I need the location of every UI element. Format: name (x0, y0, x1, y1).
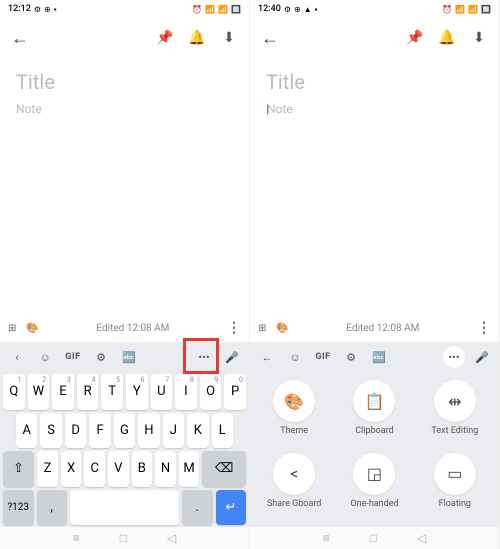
key-i[interactable]: I8 (175, 374, 197, 410)
tool-share-gboard[interactable]: <Share Gboard (256, 453, 332, 520)
key-d[interactable]: D (65, 413, 86, 449)
keyboard-toolbar: ← ☺ GIF ⚙ 🔤 ••• 🎤 (250, 342, 499, 372)
recents-icon[interactable]: ≡ (323, 531, 330, 545)
bell-icon[interactable]: 🔔 (435, 26, 459, 50)
floating-icon: ▭ (434, 453, 476, 495)
app-toolbar: ← 📌 🔔 ⬇ (250, 18, 499, 58)
back-button[interactable]: ← (8, 26, 32, 50)
title-input[interactable]: Title (16, 70, 233, 94)
key-y[interactable]: Y6 (126, 374, 148, 410)
key-c[interactable]: C (84, 451, 105, 487)
mic-icon[interactable]: 🎤 (221, 346, 243, 368)
note-bottom-bar: ⊞ 🎨 Edited 12:08 AM ⋮ (250, 314, 499, 342)
more-icon[interactable]: ⋮ (477, 320, 491, 336)
key-l[interactable]: L (212, 413, 233, 449)
tool-theme[interactable]: 🎨Theme (256, 380, 332, 447)
nav-bar: ≡ □ ◁ (0, 527, 249, 549)
tool-clipboard[interactable]: 📋Clipboard (336, 380, 412, 447)
gear-icon[interactable]: ⚙ (340, 346, 362, 368)
key-x[interactable]: X (61, 451, 82, 487)
key-p[interactable]: P0 (224, 374, 246, 410)
tool-one-handed[interactable]: ◲One-handed (336, 453, 412, 520)
key-m[interactable]: M (179, 451, 200, 487)
key-k[interactable]: K (187, 413, 208, 449)
keyboard: Q1W2E3R4T5Y6U7I8O9P0 ASDFGHJKL ⇧ ZXCVBNM… (0, 372, 249, 527)
back-toolbar-icon[interactable]: ← (256, 346, 278, 368)
key-j[interactable]: J (163, 413, 184, 449)
backspace-key[interactable]: ⌫ (202, 451, 246, 487)
note-input[interactable]: Note (266, 102, 483, 116)
note-content[interactable]: Title Note (0, 58, 249, 314)
key-h[interactable]: H (138, 413, 159, 449)
gear-icon[interactable]: ⚙ (90, 346, 112, 368)
key-n[interactable]: N (155, 451, 176, 487)
pin-icon[interactable]: 📌 (153, 26, 177, 50)
key-q[interactable]: Q1 (3, 374, 25, 410)
back-nav-icon[interactable]: ◁ (167, 531, 176, 545)
app-toolbar: ← 📌 🔔 ⬇ (0, 18, 249, 58)
key-t[interactable]: T5 (101, 374, 123, 410)
tool-text-editing[interactable]: ⇹Text Editing (417, 380, 493, 447)
clipboard-icon: 📋 (353, 380, 395, 422)
palette-icon[interactable]: 🎨 (276, 323, 288, 334)
keyboard-tools-grid: 🎨Theme📋Clipboard⇹Text Editing <Share Gboa… (250, 372, 499, 527)
sticker-icon[interactable]: ☺ (284, 346, 306, 368)
note-input[interactable]: Note (16, 102, 233, 116)
tool-floating[interactable]: ▭Floating (417, 453, 493, 520)
back-button[interactable]: ← (258, 26, 282, 50)
key-g[interactable]: G (114, 413, 135, 449)
key-u[interactable]: U7 (151, 374, 173, 410)
key-b[interactable]: B (132, 451, 153, 487)
chevron-left-icon[interactable]: ‹ (6, 346, 28, 368)
archive-icon[interactable]: ⬇ (217, 26, 241, 50)
key-o[interactable]: O9 (200, 374, 222, 410)
text-editing-icon: ⇹ (434, 380, 476, 422)
key-s[interactable]: S (40, 413, 61, 449)
shift-key[interactable]: ⇧ (3, 451, 34, 487)
theme-icon: 🎨 (273, 380, 315, 422)
sticker-icon[interactable]: ☺ (34, 346, 56, 368)
highlight-more-tools (183, 338, 219, 374)
palette-icon[interactable]: 🎨 (26, 323, 38, 334)
title-input[interactable]: Title (266, 70, 483, 94)
key-f[interactable]: F (89, 413, 110, 449)
pin-icon[interactable]: 📌 (403, 26, 427, 50)
one-handed-icon: ◲ (353, 453, 395, 495)
mic-icon[interactable]: 🎤 (471, 346, 493, 368)
edited-label: Edited 12:08 AM (49, 323, 217, 334)
share-gboard-icon: < (273, 453, 315, 495)
home-icon[interactable]: □ (120, 531, 127, 545)
translate-icon[interactable]: 🔤 (118, 346, 140, 368)
more-icon[interactable]: ⋮ (227, 320, 241, 336)
back-nav-icon[interactable]: ◁ (417, 531, 426, 545)
key-a[interactable]: A (16, 413, 37, 449)
settings-icon: ⚙ (34, 5, 41, 14)
add-icon[interactable]: ⊞ (258, 323, 266, 334)
home-icon[interactable]: □ (370, 531, 377, 545)
period-key[interactable]: . (182, 490, 213, 526)
enter-key[interactable]: ↵ (216, 490, 247, 526)
more-tools-icon[interactable]: ••• (443, 346, 465, 368)
recents-icon[interactable]: ≡ (73, 531, 80, 545)
status-bar: 12:40⚙⊕▲▪ ⏰📶📶🔲 (250, 0, 499, 18)
space-key[interactable] (70, 490, 179, 526)
key-v[interactable]: V (108, 451, 129, 487)
key-e[interactable]: E3 (52, 374, 74, 410)
add-icon[interactable]: ⊞ (8, 323, 16, 334)
archive-icon[interactable]: ⬇ (467, 26, 491, 50)
nav-bar: ≡ □ ◁ (250, 527, 499, 549)
gif-button[interactable]: GIF (62, 346, 84, 368)
key-r[interactable]: R4 (77, 374, 99, 410)
status-bar: 12:12⚙⊕▪ ⏰📶📶🔲 (0, 0, 249, 18)
key-w[interactable]: W2 (28, 374, 50, 410)
bell-icon[interactable]: 🔔 (185, 26, 209, 50)
symbols-key[interactable]: ?123 (3, 490, 34, 526)
note-content[interactable]: Title Note (250, 58, 499, 314)
edited-label: Edited 12:08 AM (299, 323, 467, 334)
key-z[interactable]: Z (37, 451, 58, 487)
translate-icon[interactable]: 🔤 (368, 346, 390, 368)
gif-button[interactable]: GIF (312, 346, 334, 368)
comma-key[interactable]: , (37, 490, 68, 526)
